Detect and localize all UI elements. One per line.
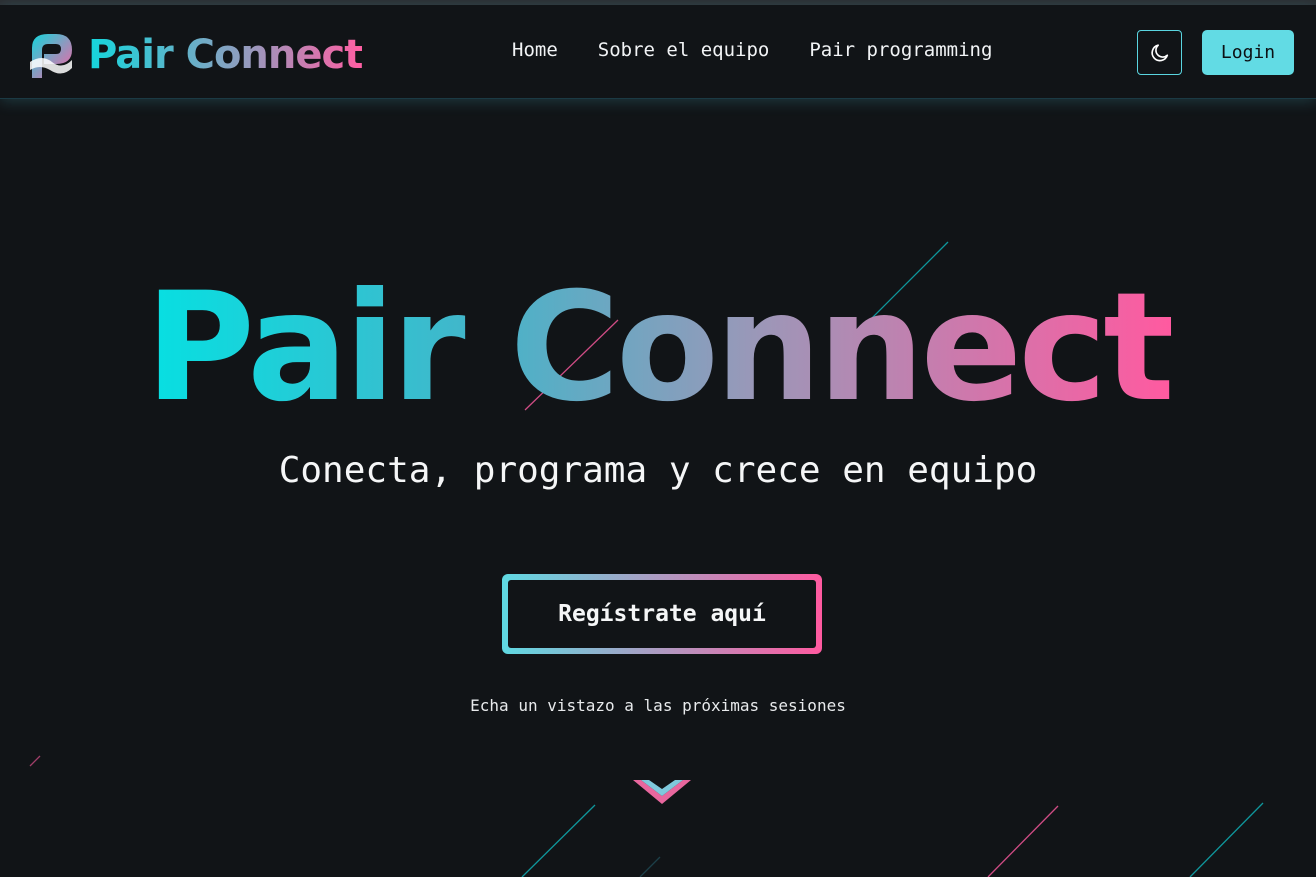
brand-name: Pair Connect (88, 27, 363, 83)
login-button[interactable]: Login (1202, 30, 1294, 75)
theme-toggle-button[interactable] (1137, 30, 1182, 75)
decorative-lines (29, 241, 1264, 877)
hero-title-text: Pair Connect (145, 261, 1175, 435)
moon-icon (1150, 43, 1168, 61)
nav-link-sobre-el-equipo[interactable]: Sobre el equipo (598, 39, 770, 61)
nav-link-pair-programming[interactable]: Pair programming (809, 39, 992, 61)
hero-title: Pair Connect (0, 258, 1316, 438)
pair-connect-logo-icon (30, 34, 72, 78)
chevron-down-icon[interactable] (631, 778, 693, 808)
navbar: Pair Connect Home Sobre el equipo Pair p… (0, 5, 1316, 99)
hero-subtitle: Conecta, programa y crece en equipo (278, 450, 1038, 491)
upcoming-sessions-hint: Echa un vistazo a las próximas sesiones (470, 696, 846, 715)
brand[interactable]: Pair Connect (28, 27, 363, 83)
register-button-label: Regístrate aquí (508, 580, 816, 648)
nav-link-home[interactable]: Home (512, 39, 558, 61)
register-button[interactable]: Regístrate aquí (502, 574, 822, 654)
nav-links: Home Sobre el equipo Pair programming (512, 39, 1032, 61)
